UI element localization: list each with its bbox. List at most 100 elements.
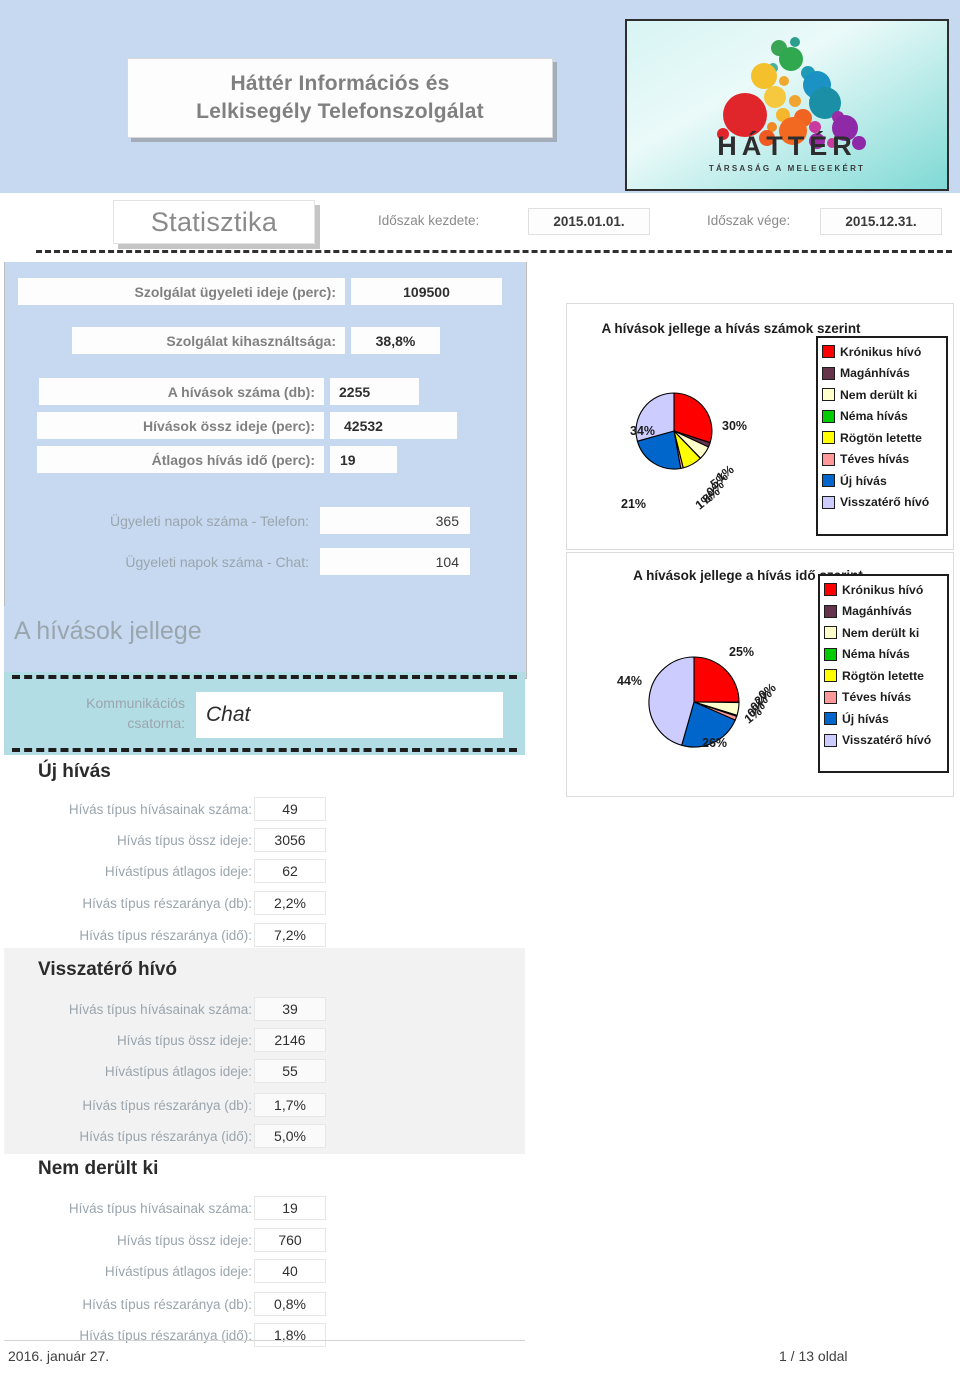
metric-label: Hívás típus össz ideje: [116, 1232, 252, 1248]
metric-label: Hívás típus részaránya (db): [82, 895, 252, 911]
legend-item: Nem derült ki [824, 622, 943, 644]
metric-label: Hívás típus hívásainak száma: [68, 1200, 252, 1216]
legend-label: Rögtön letette [840, 430, 922, 445]
legend-swatch-icon [824, 669, 837, 683]
metric-value: 1,7% [254, 1093, 326, 1117]
summary-row-value: 2255 [330, 378, 419, 405]
metric-label: Hívás típus hívásainak száma: [68, 1001, 252, 1017]
summary-row-label: Ügyeleti napok száma - Telefon: [110, 512, 309, 529]
metric-value: 40 [254, 1259, 326, 1283]
legend-label: Magánhívás [840, 366, 910, 381]
legend-label: Magánhívás [842, 604, 912, 619]
legend-label: Visszatérő hívó [842, 733, 932, 748]
period-end-value[interactable]: 2015.12.31. [820, 208, 942, 235]
summary-row-label: Szolgálat ügyeleti ideje (perc): [18, 278, 345, 305]
metric-label: Hívás típus össz ideje: [116, 1032, 252, 1048]
legend-swatch-icon [824, 626, 837, 640]
summary-row-value: 365 [320, 507, 470, 534]
metric-label: Hívás típus részaránya (idő): [79, 1327, 252, 1343]
metric-value: 760 [254, 1228, 326, 1252]
metric-value: 1,8% [254, 1323, 326, 1347]
period-end-label: Időszak vége: [707, 213, 791, 228]
summary-row-label: A hívások száma (db): [39, 378, 324, 405]
metric-value: 2146 [254, 1028, 326, 1052]
call-type-heading: Új hívás [38, 761, 111, 782]
channel-label-line1: Kommunikációs [86, 695, 185, 711]
legend-label: Rögtön letette [842, 668, 924, 683]
metric-label: Hívás típus részaránya (idő): [79, 927, 252, 943]
statisztika-button[interactable]: Statisztika [113, 200, 315, 244]
legend-swatch-icon [824, 690, 837, 704]
summary-row-value: 38,8% [351, 327, 440, 354]
legend-item: Visszatérő hívó [822, 492, 942, 514]
legend-item: Téves hívás [822, 449, 942, 471]
summary-row-label: Ügyeleti napok száma - Chat: [125, 553, 309, 570]
metric-value: 7,2% [254, 923, 326, 947]
legend-item: Új hívás [822, 470, 942, 492]
summary-row-value: 104 [320, 548, 470, 575]
metric-value: 49 [254, 797, 326, 821]
summary-row-label: Hívások össz ideje (perc): [37, 412, 324, 439]
metric-label: Hívástípus átlagos ideje: [104, 1063, 252, 1079]
legend-label: Nem derült ki [840, 387, 918, 402]
summary-row-value: 19 [330, 446, 397, 473]
legend-swatch-icon [824, 604, 837, 618]
period-start-label: Időszak kezdete: [378, 213, 480, 228]
summary-row-label: Szolgálat kihasználtsága: [72, 327, 345, 354]
header-divider [36, 250, 952, 253]
metric-value: 2,2% [254, 891, 326, 915]
logo-tagline: TÁRSASÁG A MELEGEKÉRT [708, 164, 866, 173]
call-type-heading: Visszatérő hívó [38, 959, 178, 980]
legend-label: Néma hívás [842, 647, 910, 662]
pie-label-ujhivas: 21% [621, 497, 647, 511]
metric-value: 0,8% [254, 1292, 326, 1316]
footer-divider [4, 1340, 525, 1341]
legend-swatch-icon [824, 733, 837, 747]
pie-label-kronikus: 25% [729, 645, 755, 659]
channel-divider-top [12, 675, 517, 679]
legend-swatch-icon [824, 583, 837, 597]
legend-swatch-icon [824, 712, 837, 726]
org-title-line2: Lelkisegély Telefonszolgálat [196, 100, 484, 123]
legend-item: Krónikus hívó [822, 341, 942, 363]
legend-swatch-icon [822, 345, 835, 359]
summary-row-value: 109500 [351, 278, 502, 305]
metric-label: Hívás típus össz ideje: [116, 832, 252, 848]
metric-value: 3056 [254, 828, 326, 852]
pie-label-visszatero: 34% [630, 424, 656, 438]
hatter-logo: HÁTTÉR TÁRSASÁG A MELEGEKÉRT [625, 19, 949, 191]
metric-value: 39 [254, 997, 326, 1021]
metric-label: Hívás típus részaránya (db): [82, 1097, 252, 1113]
legend-item: Krónikus hívó [824, 579, 943, 601]
legend-item: Téves hívás [824, 687, 943, 709]
legend-swatch-icon [822, 452, 835, 466]
summary-row-label: Átlagos hívás idő (perc): [37, 446, 324, 473]
metric-value: 19 [254, 1196, 326, 1220]
legend-label: Visszatérő hívó [840, 495, 930, 510]
legend-label: Néma hívás [840, 409, 908, 424]
legend-item: Rögtön letette [822, 427, 942, 449]
legend-swatch-icon [824, 647, 837, 661]
legend-label: Nem derült ki [842, 625, 920, 640]
legend-item: Nem derült ki [822, 384, 942, 406]
legend-label: Új hívás [842, 711, 889, 726]
metric-label: Hívás típus hívásainak száma: [68, 801, 252, 817]
metric-label: Hívás típus részaránya (idő): [79, 1128, 252, 1144]
legend-swatch-icon [822, 474, 835, 488]
jellege-heading: A hívások jellege [14, 617, 202, 645]
legend-item: Új hívás [824, 708, 943, 730]
call-type-heading: Nem derült ki [38, 1158, 159, 1179]
metric-label: Hívás típus részaránya (db): [82, 1296, 252, 1312]
legend-item: Magánhívás [824, 601, 943, 623]
logo-wordmark: HÁTTÉR [717, 131, 857, 161]
period-start-value[interactable]: 2015.01.01. [528, 208, 650, 235]
metric-value: 55 [254, 1059, 326, 1083]
pie-label-kronikus: 30% [722, 419, 748, 433]
channel-value-field[interactable]: Chat [196, 692, 503, 738]
legend-label: Téves hívás [842, 690, 912, 705]
metric-value: 62 [254, 859, 326, 883]
legend-swatch-icon [822, 409, 835, 423]
metric-label: Hívástípus átlagos ideje: [104, 863, 252, 879]
legend-item: Rögtön letette [824, 665, 943, 687]
legend-label: Új hívás [840, 473, 887, 488]
